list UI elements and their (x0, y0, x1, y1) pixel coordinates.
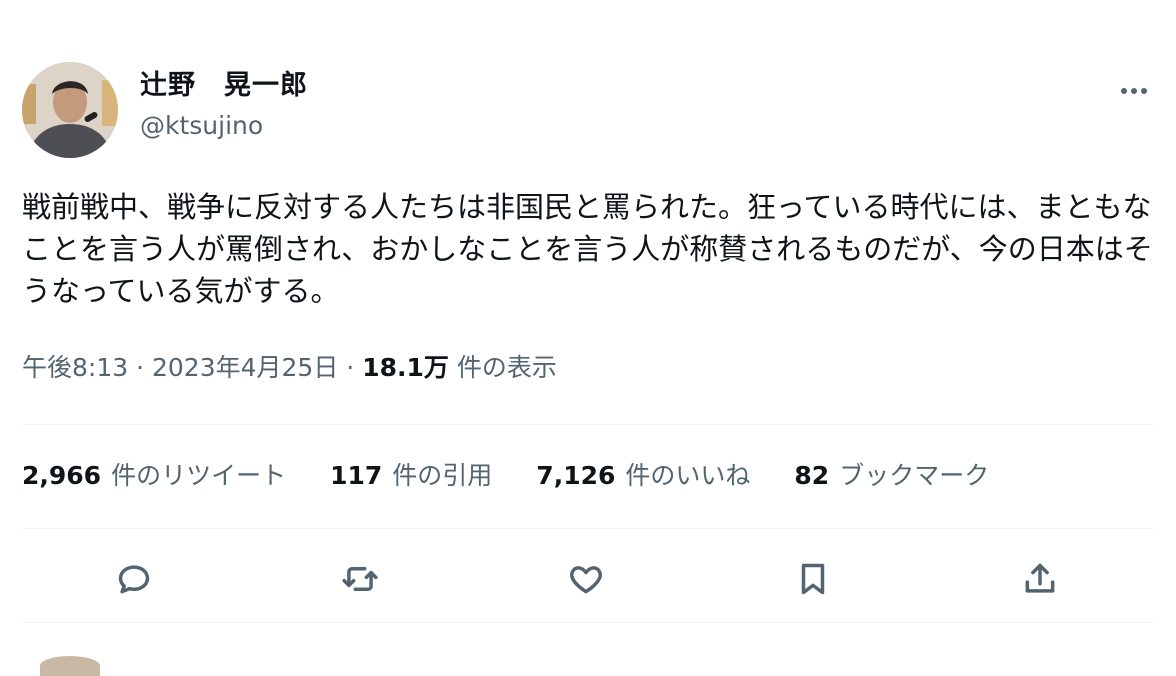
tweet-actions (22, 548, 1154, 608)
meta-separator: · (136, 353, 145, 382)
divider (22, 622, 1154, 623)
retweet-button[interactable] (337, 556, 383, 602)
tweet-meta: 午後8:13 · 2023年4月25日 · 18.1万 件の表示 (22, 350, 557, 386)
tweet-text: 戦前戦中、戦争に反対する人たちは非国民と罵られた。狂っている時代には、まともなこ… (22, 190, 1153, 308)
views-count: 18.1万 (362, 353, 449, 382)
views-label: 件の表示 (456, 353, 557, 382)
tweet-stats: 2,966 件のリツイート 117 件の引用 7,126 件のいいね 82 ブッ… (22, 458, 1033, 494)
tweet-time[interactable]: 午後8:13 (22, 353, 128, 382)
share-icon (1025, 563, 1055, 593)
retweets-label: 件のリツイート (111, 461, 287, 490)
reply-button[interactable] (111, 556, 157, 602)
author-handle[interactable]: @ktsujino (140, 108, 308, 144)
avatar[interactable] (22, 62, 118, 158)
author-names: 辻野 晃一郎 @ktsujino (140, 68, 308, 144)
avatar-photo (22, 62, 118, 158)
bookmarks-count: 82 (794, 461, 830, 490)
like-button[interactable] (563, 556, 609, 602)
divider (22, 528, 1154, 529)
likes-count: 7,126 (536, 461, 616, 490)
next-tweet-avatar (40, 656, 100, 676)
tweet-header: 辻野 晃一郎 @ktsujino (22, 62, 1154, 162)
share-button[interactable] (1017, 556, 1063, 602)
retweets-count: 2,966 (22, 461, 102, 490)
bookmarks-stat[interactable]: 82 ブックマーク (794, 458, 989, 494)
reply-icon (118, 565, 150, 594)
author-display-name[interactable]: 辻野 晃一郎 (140, 68, 308, 104)
quotes-count: 117 (330, 461, 383, 490)
divider (22, 424, 1154, 425)
retweet-icon (342, 566, 378, 592)
heart-icon (570, 566, 602, 594)
quotes-label: 件の引用 (392, 461, 493, 490)
retweets-stat[interactable]: 2,966 件のリツイート (22, 458, 286, 494)
previous-content-fragment (146, 0, 276, 4)
tweet-date[interactable]: 2023年4月25日 (152, 353, 338, 382)
more-icon[interactable] (1114, 76, 1154, 106)
likes-stat[interactable]: 7,126 件のいいね (536, 458, 750, 494)
meta-separator: · (346, 353, 355, 382)
bookmarks-label: ブックマーク (839, 461, 990, 490)
bookmark-button[interactable] (790, 556, 836, 602)
likes-label: 件のいいね (625, 461, 751, 490)
quotes-stat[interactable]: 117 件の引用 (330, 458, 492, 494)
bookmark-icon (801, 563, 825, 595)
